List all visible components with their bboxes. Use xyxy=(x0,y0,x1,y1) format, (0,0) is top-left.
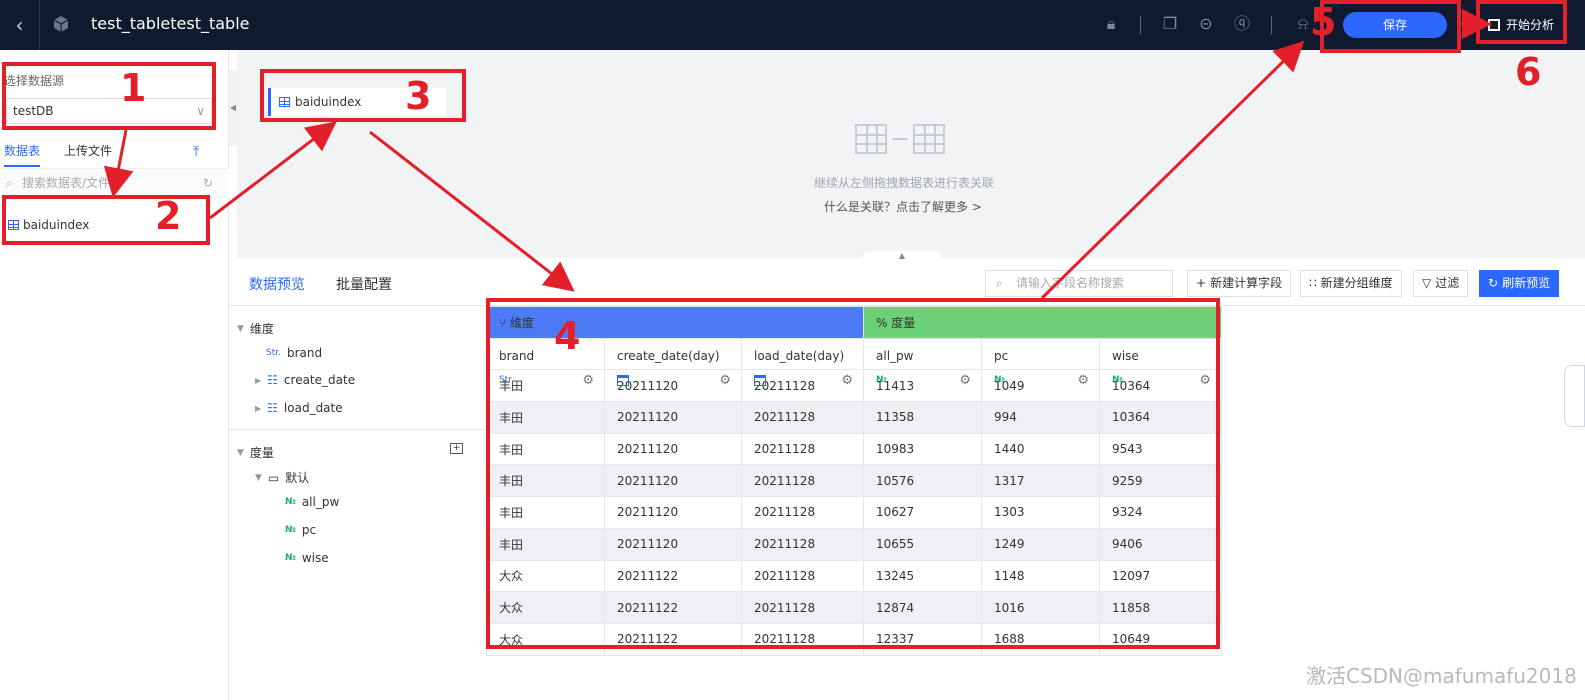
help-icon[interactable]: ⓠ xyxy=(1233,15,1251,33)
source-tabs: 数据表 上传文件 xyxy=(4,142,112,167)
join-help-link[interactable]: 什么是关联？点击了解更多 > xyxy=(824,198,982,215)
number-type-icon: № xyxy=(285,525,296,535)
collapse-triangle-icon: ▼ xyxy=(237,323,244,334)
page-title: test_tabletest_table xyxy=(91,14,250,33)
field-label: create_date xyxy=(283,373,356,387)
annotation-number-6: 6 xyxy=(1515,50,1542,94)
annotation-number-4: 4 xyxy=(554,314,581,358)
annotation-number-3: 3 xyxy=(405,74,432,118)
hierarchy-icon: ☷ xyxy=(267,401,278,415)
annotation-box-3 xyxy=(260,69,466,122)
side-drawer-tab[interactable] xyxy=(1564,365,1585,427)
refresh-icon: ↻ xyxy=(1488,276,1499,290)
dimension-group[interactable]: ▼ 维度 xyxy=(237,320,274,337)
string-type-icon: Str. xyxy=(266,348,281,358)
expand-triangle-icon: ▶ xyxy=(255,403,262,413)
measure-group[interactable]: ▼ 度量 xyxy=(237,444,274,461)
new-calc-field-label: 新建计算字段 xyxy=(1210,276,1283,290)
copy-icon[interactable]: ❐ xyxy=(1161,15,1179,33)
minus-circle-icon[interactable]: ⊝ xyxy=(1197,15,1215,33)
divider xyxy=(229,429,486,430)
add-folder-icon[interactable]: + xyxy=(450,443,463,454)
collapse-panel-handle[interactable]: ◀ xyxy=(229,70,237,146)
field-item-create-date[interactable]: ▶ ☷ create_date xyxy=(255,373,355,387)
field-search-input[interactable]: ⌕ 请输入字段名称搜索 xyxy=(985,270,1173,297)
upload-icon[interactable]: ⤒ xyxy=(193,144,199,160)
folder-icon: ▭ xyxy=(267,470,280,485)
plus-icon: + xyxy=(1196,276,1207,290)
hierarchy-icon: ☷ xyxy=(267,373,278,387)
tab-upload-file[interactable]: 上传文件 xyxy=(64,142,112,167)
filter-button[interactable]: ▽ 过滤 xyxy=(1413,270,1469,297)
tab-batch-config[interactable]: 批量配置 xyxy=(336,274,392,294)
number-type-icon: № xyxy=(285,497,296,507)
tab-tables[interactable]: 数据表 xyxy=(4,142,41,167)
annotation-number-5: 5 xyxy=(1310,0,1337,44)
refresh-icon[interactable]: ↻ xyxy=(203,169,213,197)
divider xyxy=(1140,16,1141,34)
annotation-box-5 xyxy=(1320,0,1461,53)
field-label: wise xyxy=(301,551,329,565)
lock-icon[interactable]: 🔒︎ xyxy=(1102,15,1120,33)
watermark: 激活CSDN@mafumafu2018 xyxy=(1306,664,1577,688)
field-search-placeholder: 请输入字段名称搜索 xyxy=(1016,276,1125,290)
new-calc-field-button[interactable]: + 新建计算字段 xyxy=(1187,270,1292,297)
field-label: load_date xyxy=(283,401,343,415)
folder-label: 默认 xyxy=(285,471,310,485)
dimension-group-label: 维度 xyxy=(249,322,274,336)
annotation-box-6 xyxy=(1476,0,1567,44)
field-item-brand[interactable]: Str. brand xyxy=(266,346,322,360)
field-item-load-date[interactable]: ▶ ☷ load_date xyxy=(255,401,343,415)
search-icon: ⌕ xyxy=(996,276,1003,290)
collapse-triangle-icon: ▼ xyxy=(237,447,244,458)
collapse-triangle-icon: ▼ xyxy=(255,472,262,483)
field-label: pc xyxy=(301,523,317,537)
tab-data-preview[interactable]: 数据预览 xyxy=(249,274,305,308)
annotation-box-1 xyxy=(2,62,216,130)
join-hint: 继续从左侧拖拽数据表进行表关联 xyxy=(814,176,995,190)
new-group-dimension-label: 新建分组维度 xyxy=(1320,276,1393,290)
field-item-all-pw[interactable]: № all_pw xyxy=(285,495,339,509)
field-tree: ▼ 维度 Str. brand ▶ ☷ create_date ▶ ☷ load_date … xyxy=(229,306,486,700)
filter-icon: ▽ xyxy=(1422,276,1432,290)
new-group-dimension-button[interactable]: ∷ 新建分组维度 xyxy=(1300,270,1402,297)
table-search-input[interactable]: ⌕ 搜索数据表/文件 ↻ xyxy=(0,168,229,198)
number-type-icon: № xyxy=(285,553,296,563)
filter-label: 过滤 xyxy=(1435,276,1460,290)
annotation-box-4 xyxy=(486,298,1220,649)
field-label: all_pw xyxy=(301,495,340,509)
measure-group-label: 度量 xyxy=(249,446,274,460)
annotation-number-1: 1 xyxy=(120,66,147,110)
table-search-placeholder: 搜索数据表/文件 xyxy=(22,176,111,190)
left-panel: 选择数据源 testDB ∨ 数据表 上传文件 ⤒ ⌕ 搜索数据表/文件 ↻ b… xyxy=(0,50,229,700)
annotation-number-2: 2 xyxy=(155,194,182,238)
search-icon: ⌕ xyxy=(6,176,13,190)
join-illustration-icon xyxy=(855,124,945,154)
cube-icon xyxy=(53,16,69,32)
folder-default[interactable]: ▼ ▭ 默认 xyxy=(255,469,309,486)
refresh-preview-label: 刷新预览 xyxy=(1502,276,1551,290)
expand-triangle-icon: ▶ xyxy=(255,375,262,385)
divider xyxy=(1271,16,1272,34)
hierarchy-icon: ∷ xyxy=(1309,276,1317,290)
back-icon[interactable]: ‹ xyxy=(0,0,40,50)
field-item-pc[interactable]: № pc xyxy=(285,523,316,537)
field-label: brand xyxy=(286,346,323,360)
field-item-wise[interactable]: № wise xyxy=(285,551,329,565)
refresh-preview-button[interactable]: ↻ 刷新预览 xyxy=(1479,270,1560,297)
